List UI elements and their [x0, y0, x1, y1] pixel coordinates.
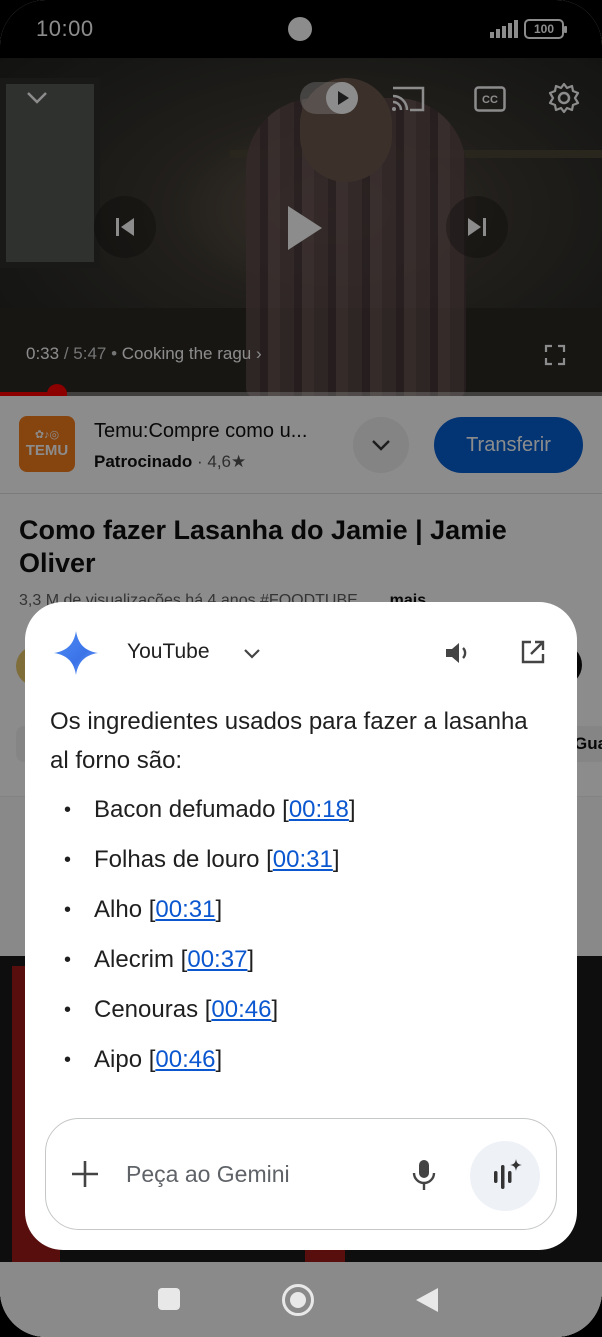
gemini-sparkle-icon	[54, 631, 98, 675]
plus-icon[interactable]	[68, 1157, 102, 1191]
list-item: Alho [00:31]	[50, 887, 550, 937]
list-item: Cenouras [00:46]	[50, 987, 550, 1037]
timestamp-link[interactable]: 00:46	[155, 1046, 215, 1073]
microphone-icon[interactable]	[410, 1157, 438, 1193]
speaker-icon[interactable]	[443, 639, 471, 667]
ingredient-list: Bacon defumado [00:18] Folhas de louro […	[50, 787, 550, 1087]
timestamp-link[interactable]: 00:18	[289, 796, 349, 823]
timestamp-link[interactable]: 00:31	[155, 896, 215, 923]
scroll-fade	[25, 1090, 577, 1112]
prompt-input[interactable]: Peça ao Gemini	[126, 1161, 290, 1188]
chevron-down-icon[interactable]	[241, 642, 263, 664]
gemini-live-icon[interactable]	[470, 1141, 540, 1211]
gemini-answer-text: Os ingredientes usados para fazer a lasa…	[50, 708, 528, 774]
list-item: Folhas de louro [00:31]	[50, 837, 550, 887]
list-item: Alecrim [00:37]	[50, 937, 550, 987]
gemini-overlay: YouTube Os ingredientes usados para faze…	[25, 602, 577, 1250]
phone-screen: 10:00 100 CC 0:33 / 5:47 • Cooking the r…	[0, 0, 602, 1337]
context-app-name[interactable]: YouTube	[127, 640, 210, 664]
list-item: Bacon defumado [00:18]	[50, 787, 550, 837]
system-nav-bar	[0, 1262, 602, 1337]
gemini-prompt-box[interactable]: Peça ao Gemini	[45, 1118, 557, 1230]
ingredient-name: Alho	[94, 896, 143, 923]
ingredient-name: Aipo	[94, 1046, 143, 1073]
timestamp-link[interactable]: 00:31	[273, 846, 333, 873]
list-item: Aipo [00:46]	[50, 1037, 550, 1087]
home-icon[interactable]	[282, 1284, 314, 1316]
open-external-icon[interactable]	[519, 638, 547, 666]
ingredient-name: Folhas de louro	[94, 846, 260, 873]
timestamp-link[interactable]: 00:37	[187, 946, 247, 973]
timestamp-link[interactable]: 00:46	[211, 996, 271, 1023]
ingredient-name: Alecrim	[94, 946, 175, 973]
ingredient-name: Bacon defumado	[94, 796, 276, 823]
ingredient-name: Cenouras	[94, 996, 199, 1023]
recents-icon[interactable]	[158, 1288, 180, 1310]
back-icon[interactable]	[416, 1288, 438, 1312]
